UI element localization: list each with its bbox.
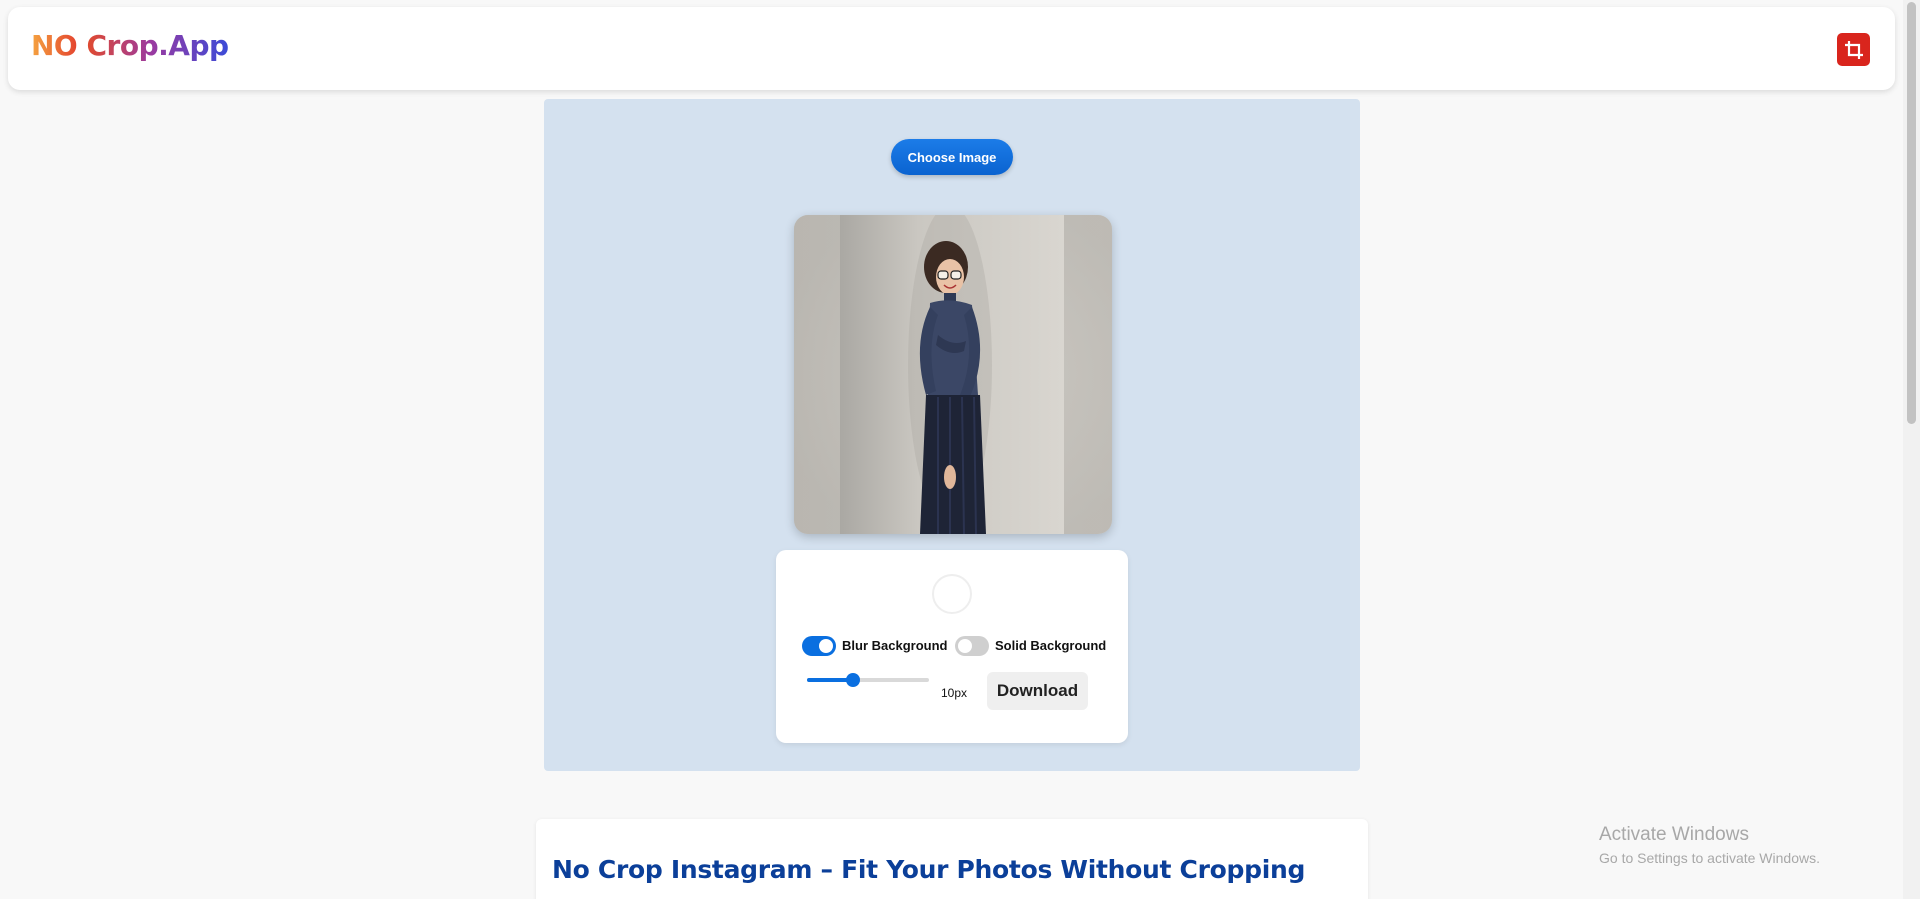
site-header: NO Crop.App (8, 7, 1895, 90)
vertical-scrollbar[interactable] (1903, 0, 1920, 899)
windows-activation-watermark: Activate Windows Go to Settings to activ… (1599, 824, 1820, 866)
controls-card: Blur Background Solid Background 10px Do… (776, 550, 1128, 743)
scrollbar-thumb[interactable] (1907, 2, 1916, 424)
logo-name: Crop.App (86, 29, 230, 62)
download-button[interactable]: Download (987, 672, 1088, 710)
solid-background-toggle[interactable] (955, 636, 989, 656)
article-card: No Crop Instagram – Fit Your Photos With… (536, 819, 1368, 899)
watermark-title: Activate Windows (1599, 824, 1749, 845)
toggle-knob (958, 639, 972, 653)
blur-background-toggle[interactable] (802, 636, 836, 656)
watermark-subtitle: Go to Settings to activate Windows. (1599, 850, 1820, 866)
blur-background-label: Blur Background (842, 638, 948, 653)
site-logo[interactable]: NO Crop.App (31, 29, 229, 62)
blur-value-label: 10px (941, 686, 968, 700)
article-title: No Crop Instagram – Fit Your Photos With… (552, 855, 1306, 884)
editor-panel: Choose Image Blur Background Solid Backg… (544, 99, 1360, 771)
preview-photo (840, 215, 1064, 534)
solid-background-label: Solid Background (995, 638, 1107, 653)
woman-photo-illustration (908, 215, 992, 534)
toggle-knob (819, 639, 833, 653)
color-picker[interactable] (932, 574, 972, 614)
slider-thumb[interactable] (846, 673, 861, 687)
blur-amount-slider[interactable] (807, 673, 929, 687)
crop-button[interactable] (1837, 33, 1870, 66)
logo-prefix: NO (31, 29, 78, 62)
choose-image-button[interactable]: Choose Image (891, 139, 1013, 175)
crop-icon (1844, 40, 1863, 59)
image-preview (794, 215, 1112, 534)
